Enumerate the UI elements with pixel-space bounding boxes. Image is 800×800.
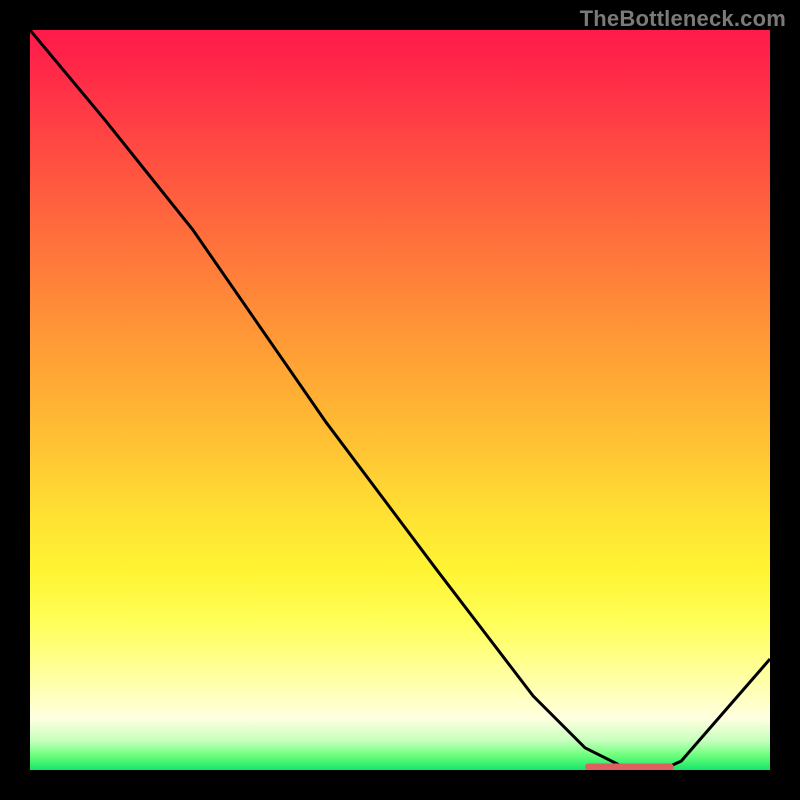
chart-container: TheBottleneck.com <box>0 0 800 800</box>
chart-overlay <box>30 30 770 770</box>
watermark-label: TheBottleneck.com <box>580 6 786 32</box>
optimal-range-marker <box>585 764 674 771</box>
bottleneck-curve-line <box>30 30 770 770</box>
